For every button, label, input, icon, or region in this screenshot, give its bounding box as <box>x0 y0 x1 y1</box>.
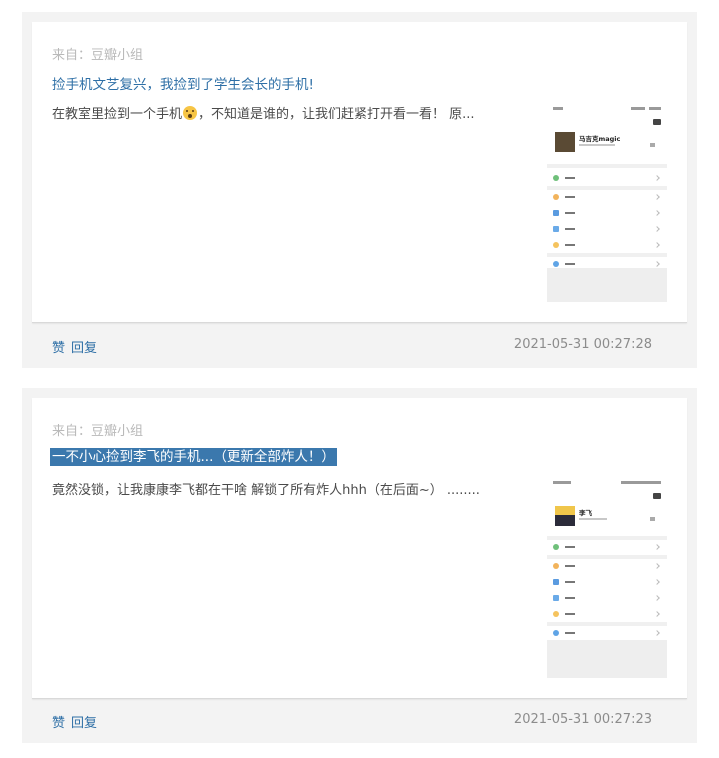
excerpt-text: 竟然没锁，让我康康李飞都在干啥 解锁了所有炸人hhh（在后面~） .......… <box>52 483 480 498</box>
post-card: 来自：豆瓣小组 捡手机文艺复兴，我捡到了学生会长的手机! 在教室里捡到一个手机 ，… <box>22 12 697 368</box>
astonished-face-icon <box>183 106 198 120</box>
excerpt-text: 在教室里捡到一个手机 <box>52 107 183 122</box>
post-source: 来自：豆瓣小组 <box>52 424 144 439</box>
qr-icon <box>650 143 655 147</box>
post-footer: 赞回复 2021-05-31 00:27:23 <box>22 697 697 743</box>
camera-icon <box>653 493 661 499</box>
post-footer: 赞回复 2021-05-31 00:27:28 <box>22 322 697 368</box>
camera-icon <box>653 119 661 125</box>
post-excerpt: 竟然没锁，让我康康李飞都在干啥 解锁了所有炸人hhh（在后面~） .......… <box>52 479 480 498</box>
menu-row-pay <box>553 543 663 551</box>
avatar <box>555 506 575 526</box>
qr-icon <box>650 517 655 521</box>
post-timestamp: 2021-05-31 00:27:23 <box>513 712 652 727</box>
post-source: 来自：豆瓣小组 <box>52 48 144 63</box>
excerpt-text: ，不知道是谁的，让我们赶紧打开看一看！ 原... <box>198 107 475 122</box>
profile-row: 李飞 <box>547 502 667 536</box>
reply-button[interactable]: 回复 <box>71 716 97 731</box>
post-card: 来自：豆瓣小组 一不小心捡到李飞的手机...（更新全部炸人！） 竟然没锁，让我康… <box>22 388 697 743</box>
menu-row-cards <box>553 594 663 602</box>
post-title-link[interactable]: 捡手机文艺复兴，我捡到了学生会长的手机! <box>52 73 314 93</box>
profile-name: 马吉克magic <box>579 135 621 143</box>
post-timestamp: 2021-05-31 00:27:28 <box>513 337 652 352</box>
avatar <box>555 132 575 152</box>
status-bar <box>553 106 661 112</box>
menu-row-stickers <box>553 610 663 618</box>
menu-row-favorites <box>553 193 663 201</box>
like-button[interactable]: 赞 <box>52 716 65 731</box>
post-content-panel: 来自：豆瓣小组 一不小心捡到李飞的手机...（更新全部炸人！） 竟然没锁，让我康… <box>32 398 687 699</box>
menu-row-album <box>553 578 663 586</box>
like-button[interactable]: 赞 <box>52 341 65 356</box>
post-content-panel: 来自：豆瓣小组 捡手机文艺复兴，我捡到了学生会长的手机! 在教室里捡到一个手机 ，… <box>32 22 687 323</box>
menu-row-settings <box>553 629 663 637</box>
profile-name: 李飞 <box>579 509 592 517</box>
status-bar <box>553 480 661 486</box>
profile-row: 马吉克magic <box>547 128 667 162</box>
menu-row-cards <box>553 225 663 233</box>
post-excerpt: 在教室里捡到一个手机 ，不知道是谁的，让我们赶紧打开看一看！ 原... <box>52 103 475 122</box>
menu-row-album <box>553 209 663 217</box>
post-thumbnail[interactable]: 马吉克magic <box>547 104 667 302</box>
post-title-link[interactable]: 一不小心捡到李飞的手机...（更新全部炸人！） <box>50 448 337 466</box>
menu-row-pay <box>553 174 663 182</box>
menu-row-favorites <box>553 562 663 570</box>
menu-row-stickers <box>553 241 663 249</box>
post-thumbnail[interactable]: 李飞 <box>547 478 667 678</box>
menu-row-settings <box>553 260 663 268</box>
reply-button[interactable]: 回复 <box>71 341 97 356</box>
